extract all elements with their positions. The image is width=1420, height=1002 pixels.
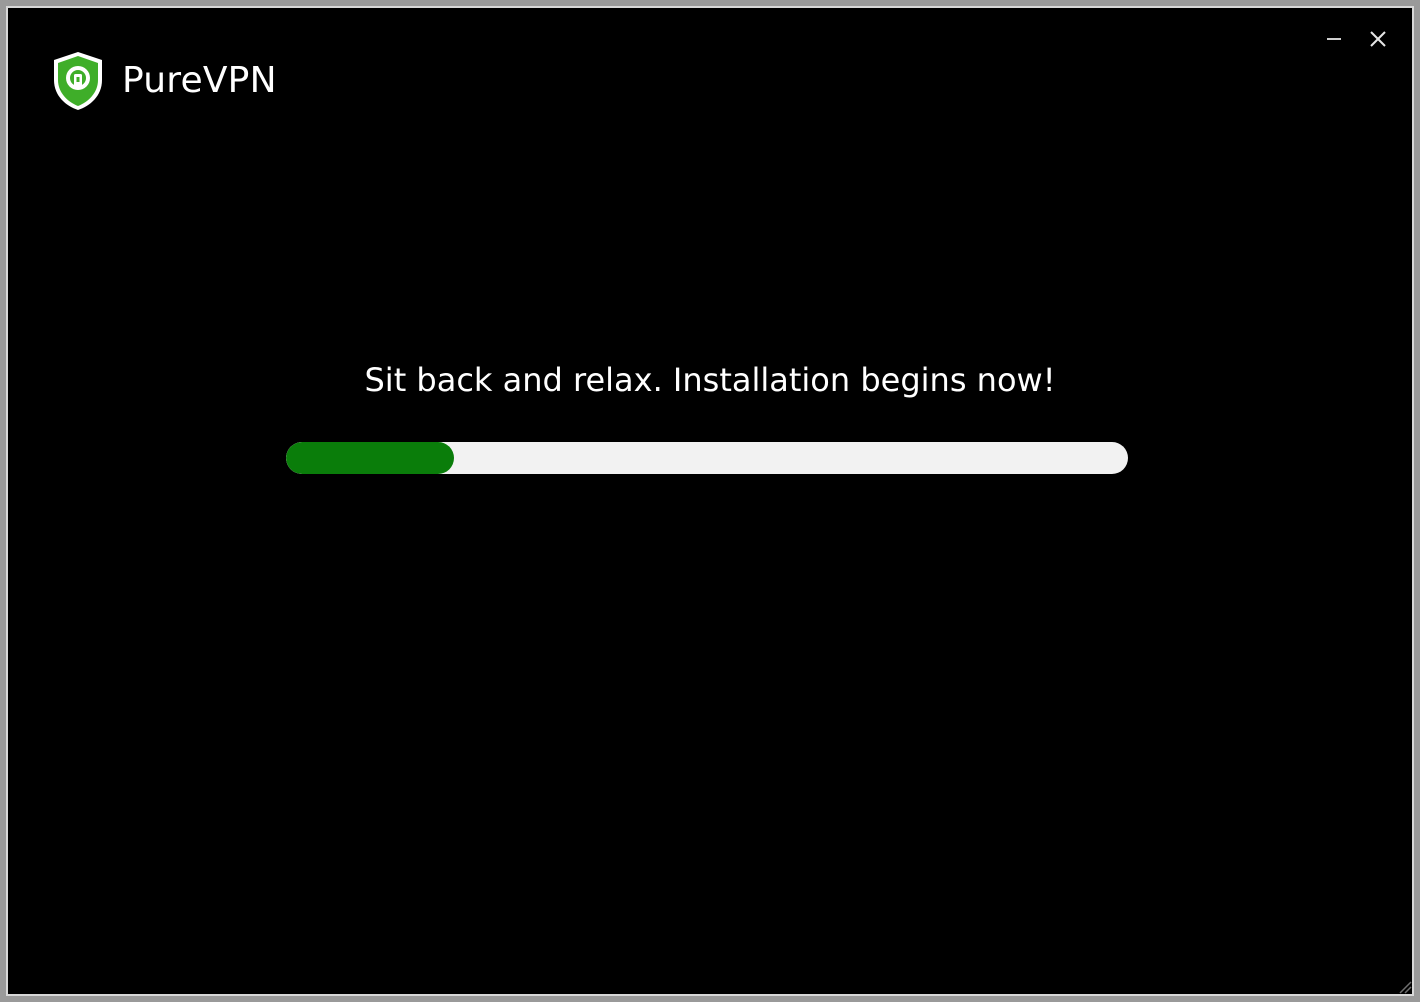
resize-grip-icon[interactable] — [1394, 976, 1412, 994]
window-controls — [1312, 24, 1400, 54]
window-frame — [6, 6, 1414, 996]
installer-window: PureVPN Sit back and relax. Installation… — [0, 0, 1420, 1002]
installation-progress-bar — [286, 442, 1128, 474]
purevpn-shield-icon — [54, 52, 102, 110]
app-name: PureVPN — [122, 60, 277, 101]
installation-message: Sit back and relax. Installation begins … — [364, 361, 1056, 399]
brand-header: PureVPN — [50, 50, 277, 112]
installation-progress-fill — [286, 442, 455, 474]
minimize-icon — [1327, 38, 1341, 40]
close-icon — [1370, 31, 1386, 47]
close-button[interactable] — [1356, 24, 1400, 54]
minimize-button[interactable] — [1312, 24, 1356, 54]
